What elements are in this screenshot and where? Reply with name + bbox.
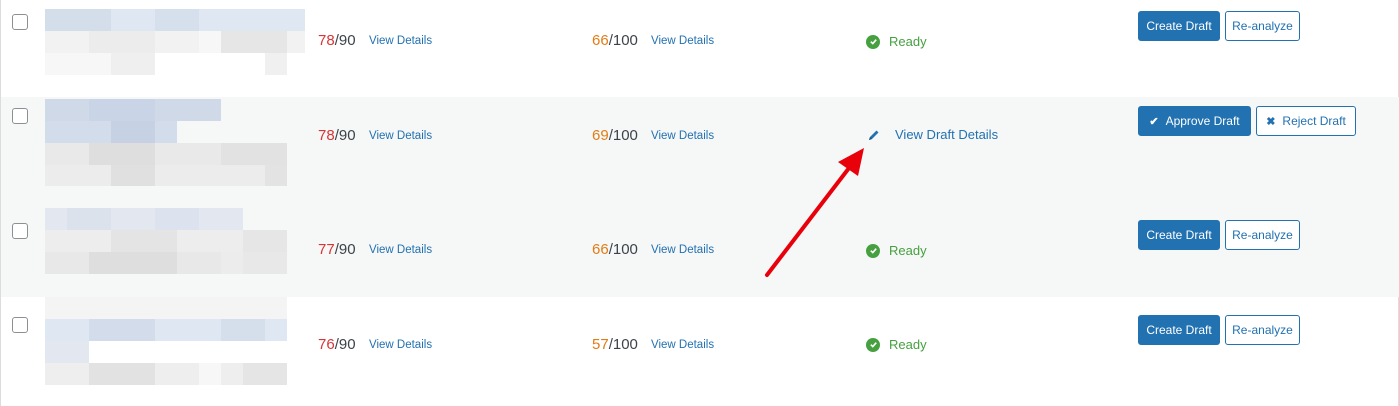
create-draft-button[interactable]: Create Draft (1138, 11, 1220, 41)
table-row: 76/90 View Details 57/100 View Details R… (1, 297, 1399, 406)
status-ready: Ready (866, 34, 927, 49)
create-draft-button[interactable]: Create Draft (1138, 315, 1220, 345)
seo-view-details-link[interactable]: View Details (369, 130, 432, 142)
seo-score: 78/90 (318, 32, 356, 49)
readability-view-details-link[interactable]: View Details (651, 130, 714, 142)
readability-score: 57/100 (592, 336, 638, 353)
blurred-post-title (45, 9, 307, 77)
readability-view-details-link[interactable]: View Details (651, 339, 714, 351)
checkmark-icon: ✔ (1149, 115, 1159, 128)
create-draft-button[interactable]: Create Draft (1138, 220, 1220, 250)
re-analyze-button[interactable]: Re-analyze (1225, 315, 1300, 345)
readability-view-details-link[interactable]: View Details (651, 244, 714, 256)
table-row: 77/90 View Details 66/100 View Details R… (1, 192, 1399, 297)
row-checkbox[interactable] (12, 223, 28, 239)
x-icon: ✖ (1266, 115, 1276, 128)
seo-score: 77/90 (318, 241, 356, 258)
row-checkbox[interactable] (12, 14, 28, 30)
seo-view-details-link[interactable]: View Details (369, 339, 432, 351)
seo-score: 78/90 (318, 127, 356, 144)
reject-draft-button[interactable]: ✖ Reject Draft (1256, 106, 1356, 136)
blurred-post-title (45, 297, 307, 385)
check-circle-icon (866, 337, 880, 352)
readability-score: 66/100 (592, 32, 638, 49)
approve-draft-button[interactable]: ✔ Approve Draft (1138, 106, 1251, 136)
readability-score: 69/100 (592, 127, 638, 144)
readability-score: 66/100 (592, 241, 638, 258)
seo-view-details-link[interactable]: View Details (369, 244, 432, 256)
readability-view-details-link[interactable]: View Details (651, 35, 714, 47)
row-checkbox[interactable] (12, 108, 28, 124)
status-ready: Ready (866, 243, 927, 258)
blurred-post-title (45, 99, 307, 186)
seo-view-details-link[interactable]: View Details (369, 35, 432, 47)
seo-score: 76/90 (318, 336, 356, 353)
posts-table: 78/90 View Details 66/100 View Details R… (0, 0, 1399, 406)
check-circle-icon (866, 243, 880, 258)
blurred-post-title (45, 208, 307, 274)
pencil-icon (867, 128, 881, 142)
row-checkbox[interactable] (12, 317, 28, 333)
status-ready: Ready (866, 337, 927, 352)
table-row: 78/90 View Details 69/100 View Details V… (1, 97, 1399, 192)
table-row: 78/90 View Details 66/100 View Details R… (1, 0, 1399, 97)
view-draft-details-link[interactable]: View Draft Details (867, 127, 998, 142)
re-analyze-button[interactable]: Re-analyze (1225, 11, 1300, 41)
check-circle-icon (866, 34, 880, 49)
re-analyze-button[interactable]: Re-analyze (1225, 220, 1300, 250)
